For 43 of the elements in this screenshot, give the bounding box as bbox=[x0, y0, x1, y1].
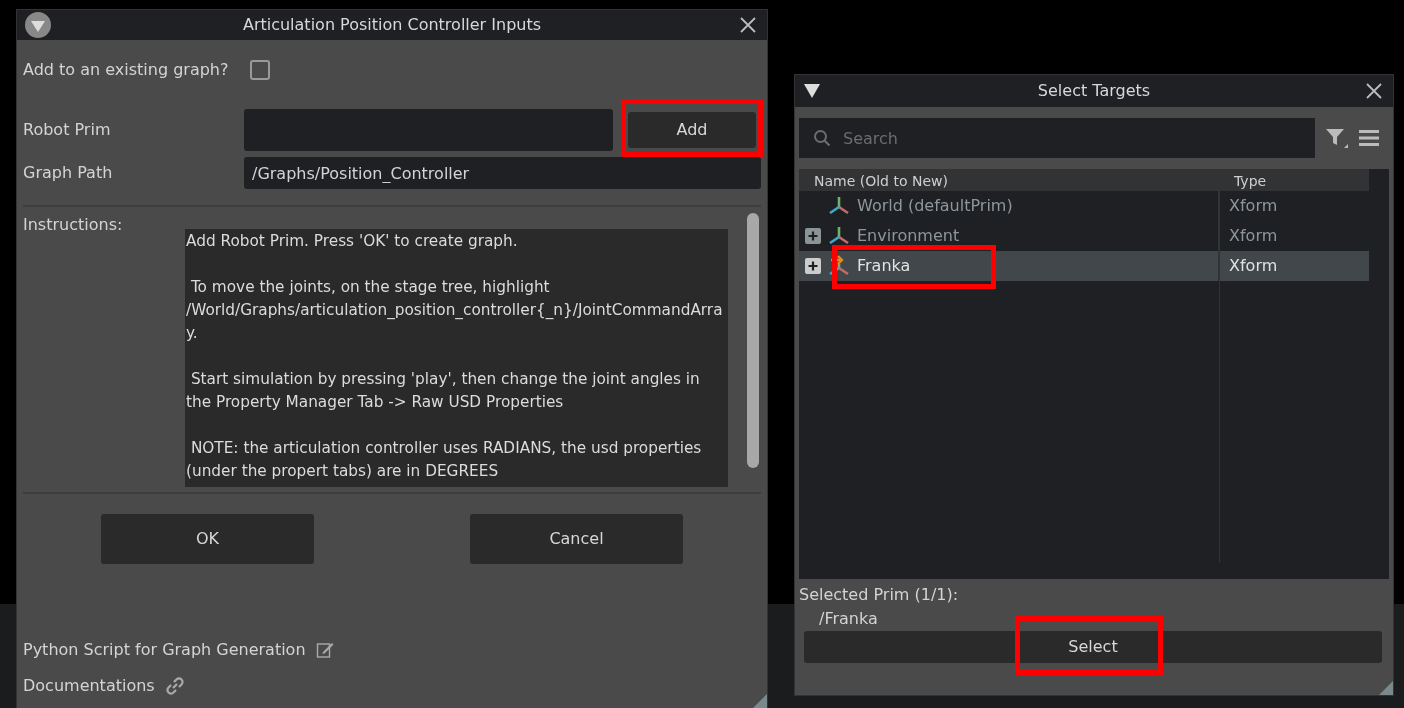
select-button[interactable]: Select bbox=[804, 631, 1382, 663]
prim-type: Xform bbox=[1228, 255, 1278, 277]
close-icon[interactable] bbox=[739, 16, 757, 34]
field-label: Add to an existing graph? bbox=[23, 59, 229, 81]
resize-grip-icon[interactable] bbox=[1379, 681, 1393, 695]
search-icon bbox=[813, 129, 831, 147]
prim-type: Xform bbox=[1228, 225, 1278, 247]
close-icon[interactable] bbox=[1365, 82, 1383, 100]
add-button[interactable]: Add bbox=[628, 112, 756, 148]
filter-icon[interactable] bbox=[1325, 127, 1349, 149]
prim-name: Franka bbox=[857, 255, 911, 277]
window-title: Select Targets bbox=[1036, 80, 1152, 102]
prim-name: Environment bbox=[857, 225, 960, 247]
column-header[interactable]: Type bbox=[1219, 169, 1267, 191]
prim-name: World (defaultPrim) bbox=[857, 195, 1013, 217]
edit-icon[interactable] bbox=[315, 641, 334, 659]
search-field[interactable]: Search bbox=[799, 118, 1315, 158]
cancel-button[interactable]: Cancel bbox=[470, 514, 683, 564]
column-header[interactable]: Name (Old to New) bbox=[799, 169, 1219, 191]
joint-axes-icon bbox=[827, 254, 851, 278]
ok-button[interactable]: OK bbox=[101, 514, 314, 564]
expand-icon[interactable] bbox=[805, 258, 821, 274]
link-text[interactable]: Python Script for Graph Generation bbox=[23, 638, 306, 662]
selected-label: Selected Prim (1/1): bbox=[799, 584, 959, 606]
prim-type: Xform bbox=[1228, 195, 1278, 217]
scrollbar[interactable] bbox=[747, 213, 759, 468]
window-title: Articulation Position Controller Inputs bbox=[241, 14, 543, 36]
resize-grip-icon[interactable] bbox=[753, 694, 767, 708]
text-field[interactable] bbox=[244, 109, 613, 151]
checkbox[interactable] bbox=[250, 60, 271, 80]
expand-icon[interactable] bbox=[805, 228, 821, 244]
menu-icon[interactable] bbox=[1359, 129, 1379, 147]
instructions-text: Add Robot Prim. Press 'OK' to create graph. To move the joints, on the stage tree, highlight /World/Graphs/articulation_position_controller{_n}/JointCommandArray. Start simulation by pressing 'play', then change the joint angles in the Property Manager Tab -> Raw USD Properties NOTE: the articulation controller uses RADIANS, the usd properties (under the propert tabs) are in DEGREES bbox=[185, 229, 728, 487]
instructions-label: Instructions: bbox=[23, 214, 124, 236]
text-field[interactable]: /Graphs/Position_Controller bbox=[244, 157, 761, 189]
field-label: Robot Prim bbox=[23, 119, 112, 141]
link-icon[interactable] bbox=[164, 676, 185, 696]
field-label: Graph Path bbox=[23, 162, 114, 184]
tree-row[interactable]: Franka Xform bbox=[799, 251, 1369, 281]
collapse-triangle-icon[interactable] bbox=[803, 83, 821, 99]
link-text[interactable]: Documentations bbox=[23, 674, 155, 698]
tree-row[interactable]: World (defaultPrim) Xform bbox=[799, 191, 1369, 221]
selected-path: /Franka bbox=[819, 608, 878, 630]
